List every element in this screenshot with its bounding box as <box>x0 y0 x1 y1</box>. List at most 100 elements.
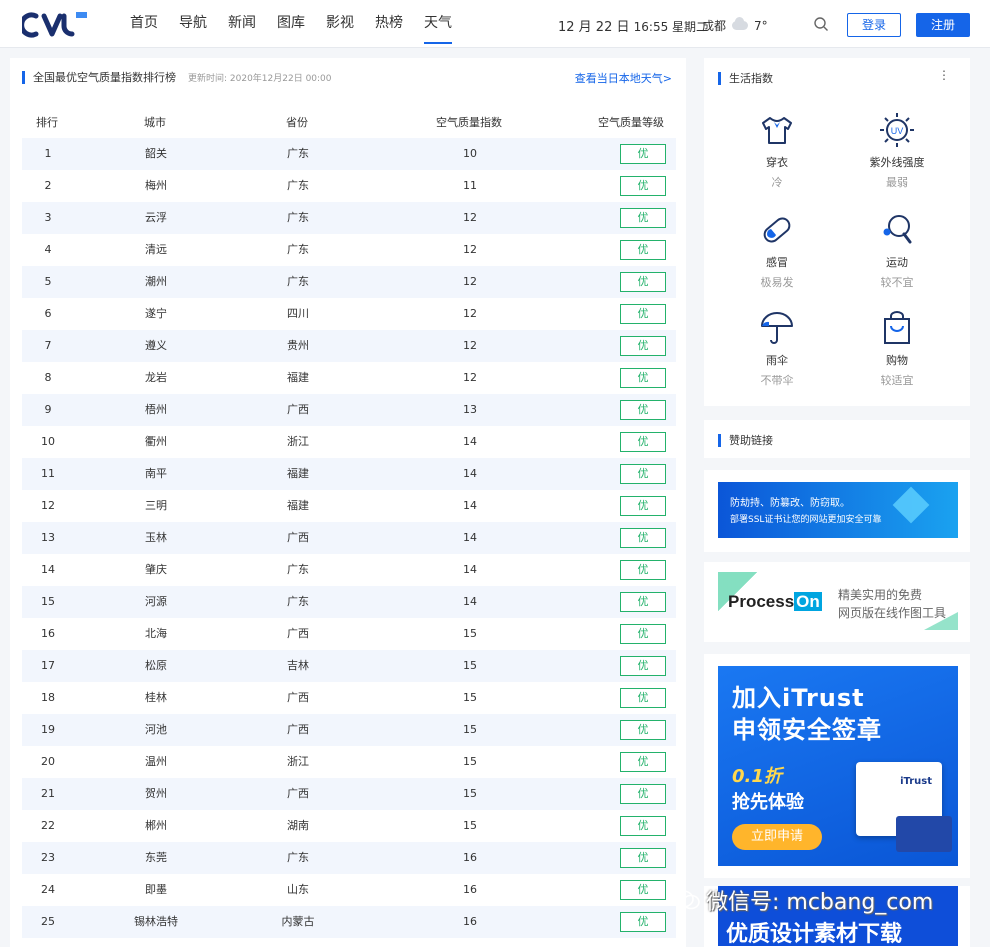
nav-weather[interactable]: 天气 <box>424 0 452 48</box>
rank-cell: 20 <box>41 755 55 768</box>
province-cell: 广东 <box>287 147 309 160</box>
life-item-cold[interactable]: 感冒 极易发 <box>732 210 822 290</box>
rank-cell: 2 <box>44 179 52 192</box>
province-cell: 内蒙古 <box>281 915 315 928</box>
nav-trending[interactable]: 热榜 <box>375 0 403 48</box>
city-cell: 贺州 <box>145 787 167 800</box>
province-cell: 福建 <box>287 371 309 384</box>
ad-ssl-banner[interactable]: 防劫持、防篡改、防窃取。 部署SSL证书让您的网站更加安全可靠 <box>718 482 958 538</box>
city-cell: 肇庆 <box>145 563 167 576</box>
nav-gallery[interactable]: 图库 <box>277 0 305 48</box>
search-icon[interactable] <box>813 16 829 32</box>
aqi-level-badge: 优 <box>620 208 666 228</box>
life-item-umbrella[interactable]: 雨伞 不带伞 <box>732 308 822 388</box>
col-province: 省份 <box>286 116 308 129</box>
aqi-cell: 15 <box>463 819 477 832</box>
aqi-cell: 12 <box>463 211 477 224</box>
aqi-level-badge: 优 <box>620 592 666 612</box>
ad-itrust[interactable]: 加入iTrust 申领安全签章 0.1折 抢先体验 立即申请 iTrust <box>704 654 970 878</box>
ad-ssl[interactable]: 防劫持、防篡改、防窃取。 部署SSL证书让您的网站更加安全可靠 <box>704 470 970 552</box>
province-cell: 广东 <box>287 563 309 576</box>
ad-ssl-line2: 部署SSL证书让您的网站更加安全可靠 <box>730 515 882 525</box>
table-row: 20 温州 浙江 15 优 <box>22 746 676 778</box>
life-item-sport[interactable]: 运动 较不宜 <box>852 210 942 290</box>
register-button[interactable]: 注册 <box>916 13 970 37</box>
table-row: 24 即墨 山东 16 优 <box>22 874 676 906</box>
aqi-level-badge: 优 <box>620 240 666 260</box>
life-item-value: 较不宜 <box>880 276 914 289</box>
city-cell: 三明 <box>145 499 167 512</box>
aqi-level-badge: 优 <box>620 400 666 420</box>
rank-cell: 19 <box>41 723 55 736</box>
rank-cell: 14 <box>41 563 55 576</box>
shopping-bag-icon <box>884 311 910 344</box>
rank-cell: 22 <box>41 819 55 832</box>
city-cell: 潮州 <box>145 275 167 288</box>
ad-processon[interactable]: Process On 精美实用的免费 网页版在线作图工具 <box>704 562 970 642</box>
aqi-cell: 14 <box>463 499 477 512</box>
site-logo[interactable] <box>22 10 90 40</box>
nav-directory[interactable]: 导航 <box>179 0 207 48</box>
city-cell: 温州 <box>145 755 167 768</box>
aqi-cell: 12 <box>463 275 477 288</box>
city-cell: 河池 <box>145 723 167 736</box>
aqi-level-badge: 优 <box>620 848 666 868</box>
aqi-level-badge: 优 <box>620 784 666 804</box>
rank-cell: 24 <box>41 883 55 896</box>
top-header: 首页 导航 新闻 图库 影视 热榜 天气 12 月 22 日 16:55 星期二… <box>0 0 990 48</box>
life-item-shopping[interactable]: 购物 较适宜 <box>852 308 942 388</box>
ad-itrust-banner[interactable]: 加入iTrust 申领安全签章 0.1折 抢先体验 立即申请 iTrust <box>718 666 958 866</box>
life-index-title: 生活指数 <box>729 72 773 85</box>
aqi-cell: 15 <box>463 787 477 800</box>
aqi-cell: 15 <box>463 723 477 736</box>
local-weather-link[interactable]: 查看当日本地天气> <box>575 70 672 86</box>
more-options-icon[interactable]: ⋮ <box>938 68 950 82</box>
table-row: 22 郴州 湖南 15 优 <box>22 810 676 842</box>
apply-now-button[interactable]: 立即申请 <box>732 824 822 850</box>
city-cell: 即墨 <box>145 883 167 896</box>
aqi-level-badge: 优 <box>620 336 666 356</box>
table-row: 7 遵义 贵州 12 优 <box>22 330 676 362</box>
login-button[interactable]: 登录 <box>847 13 901 37</box>
ad-processon-banner[interactable]: Process On 精美实用的免费 网页版在线作图工具 <box>718 572 958 630</box>
table-row: 2 梅州 广东 11 优 <box>22 170 676 202</box>
table-row: 25 锡林浩特 内蒙古 16 优 <box>22 906 676 938</box>
aqi-level-badge: 优 <box>620 880 666 900</box>
aqi-cell: 14 <box>463 467 477 480</box>
table-row: 21 贺州 广西 15 优 <box>22 778 676 810</box>
rank-cell: 6 <box>44 307 52 320</box>
life-item-name: 紫外线强度 <box>869 156 925 169</box>
aqi-cell: 16 <box>463 883 477 896</box>
aqi-level-badge: 优 <box>620 656 666 676</box>
life-item-uv[interactable]: UV 紫外线强度 最弱 <box>852 110 942 190</box>
uv-icon: UV <box>880 113 914 147</box>
life-item-name: 感冒 <box>766 256 788 269</box>
aqi-cell: 14 <box>463 563 477 576</box>
weather-city[interactable]: 成都 7° <box>702 17 768 34</box>
table-row: 19 河池 广西 15 优 <box>22 714 676 746</box>
nav-home[interactable]: 首页 <box>130 0 158 48</box>
aqi-level-badge: 优 <box>620 272 666 292</box>
aqi-level-badge: 优 <box>620 304 666 324</box>
table-row: 4 清远 广东 12 优 <box>22 234 676 266</box>
aqi-cell: 14 <box>463 435 477 448</box>
aqi-level-badge: 优 <box>620 528 666 548</box>
rank-cell: 21 <box>41 787 55 800</box>
nav-video[interactable]: 影视 <box>326 0 354 48</box>
province-cell: 广东 <box>287 275 309 288</box>
aqi-level-badge: 优 <box>620 752 666 772</box>
shirt-icon <box>762 117 792 144</box>
rank-cell: 1 <box>44 147 52 160</box>
nav-news[interactable]: 新闻 <box>228 0 256 48</box>
ad-design-text: 优质设计素材下载 <box>726 922 903 947</box>
city-cell: 韶关 <box>145 147 167 160</box>
title-bar-decoration <box>22 70 25 84</box>
ranking-table-body: 1 韶关 广东 10 优 2 梅州 广东 11 优 3 云浮 广东 12 优 4 清远 广东 12 优 5 潮州 广东 12 优… <box>22 138 676 938</box>
table-row: 14 肇庆 广东 14 优 <box>22 554 676 586</box>
aqi-level-badge: 优 <box>620 624 666 644</box>
rank-cell: 23 <box>41 851 55 864</box>
aqi-cell: 15 <box>463 659 477 672</box>
city-name: 成都 <box>702 19 727 33</box>
life-item-clothing[interactable]: 穿衣 冷 <box>732 110 822 190</box>
province-cell: 广西 <box>287 723 309 736</box>
